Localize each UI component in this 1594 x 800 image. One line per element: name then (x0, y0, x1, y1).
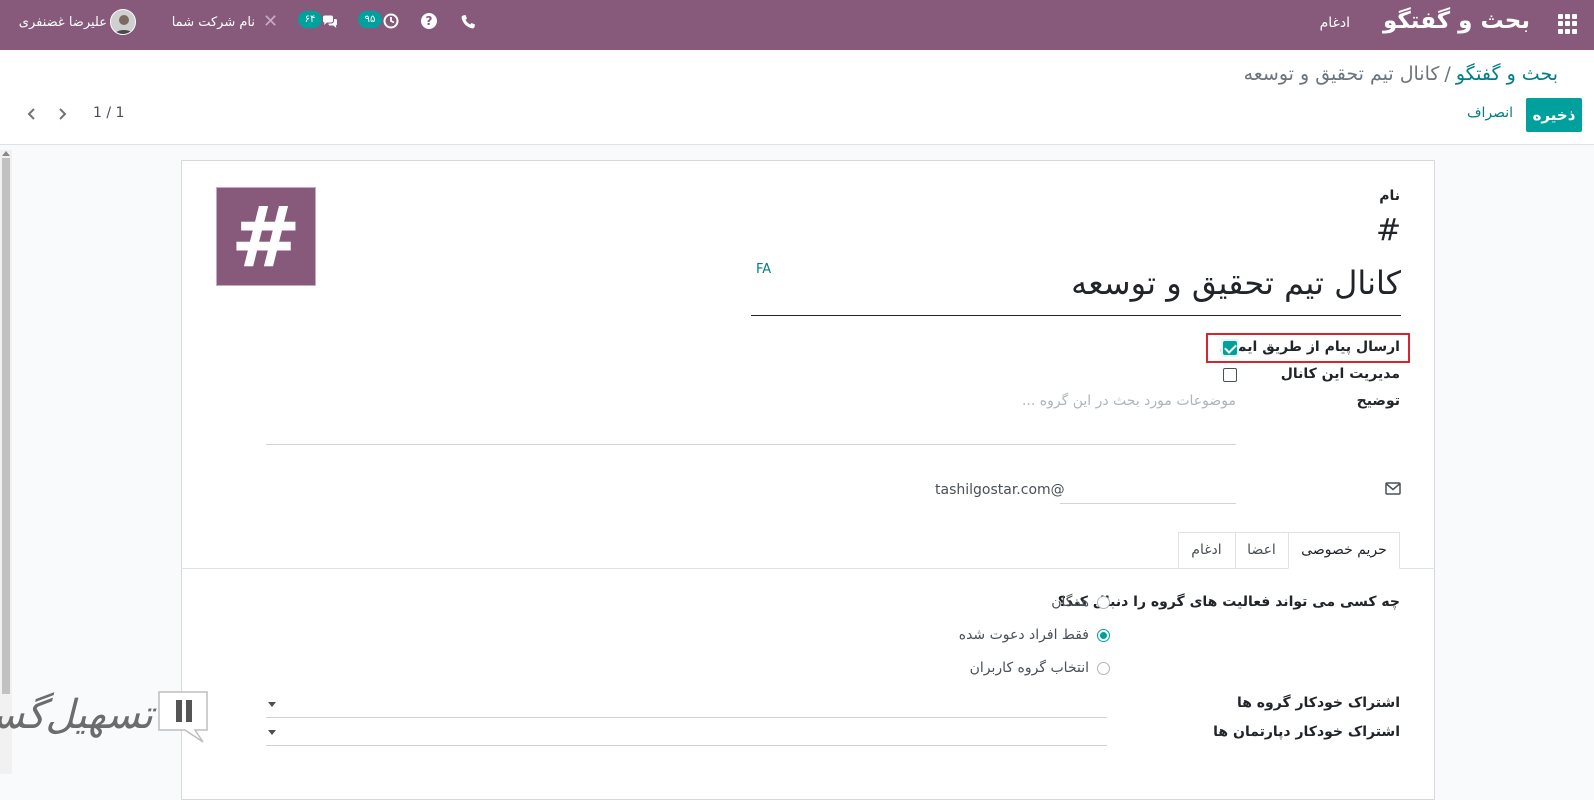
user-avatar-image (111, 10, 135, 34)
description-input[interactable]: موضوعات مورد بحث در این گروه ... (266, 393, 1236, 445)
watermark-text: تسهیل‌گستر (0, 692, 153, 738)
manage-channel-checkbox[interactable] (1223, 368, 1237, 382)
email-send-checkbox[interactable] (1223, 341, 1237, 355)
chevron-left-icon[interactable] (25, 107, 39, 121)
vertical-scrollbar[interactable] (0, 150, 12, 774)
auto-subscribe-groups-label: اشتراک خودکار گروه ها (1236, 695, 1400, 711)
email-send-label: ارسال پیام از طریق ایمیل (1219, 339, 1400, 355)
scroll-up-arrow-icon[interactable] (2, 150, 10, 156)
radio-button[interactable] (1097, 628, 1110, 642)
translation-language-button[interactable]: FA (756, 262, 771, 277)
scrollbar-thumb[interactable] (2, 158, 10, 694)
company-switcher[interactable]: نام شرکت شما (165, 15, 255, 30)
auto-subscribe-departments-label: اشتراک خودکار دپارتمان ها (1213, 724, 1400, 740)
save-button[interactable]: ذخیره (1526, 98, 1582, 132)
envelope-icon (1385, 482, 1401, 495)
email-send-checkbox-wrapper (1221, 339, 1239, 357)
apps-menu-icon[interactable] (1558, 14, 1578, 34)
radio-label: فقط افراد دعوت شده (958, 627, 1089, 643)
clock-icon[interactable] (383, 13, 399, 29)
radio-label: انتخاب گروه کاربران (969, 660, 1089, 676)
message-count-badge[interactable]: ۶۴ (298, 11, 322, 28)
description-placeholder: موضوعات مورد بحث در این گروه ... (1021, 393, 1236, 409)
discard-button[interactable]: انصراف (1462, 105, 1518, 121)
name-hash-prefix: # (1376, 213, 1402, 248)
tab-privacy[interactable]: حریم خصوصی (1288, 532, 1400, 569)
auto-subscribe-departments-select[interactable] (266, 722, 1107, 746)
breadcrumb-parent-link[interactable]: بحث و گفتگو (1456, 63, 1558, 85)
user-name[interactable]: علیرضا غضنفری (12, 15, 107, 30)
channel-name-input[interactable]: کانال تیم تحقیق و توسعه (751, 262, 1401, 316)
breadcrumb-current: کانال تیم تحقیق و توسعه (1243, 63, 1440, 85)
radio-button[interactable] (1097, 661, 1110, 675)
radio-option-user-group[interactable]: انتخاب گروه کاربران (960, 660, 1110, 678)
radio-option-invited-only[interactable]: فقط افراد دعوت شده (958, 627, 1110, 645)
radio-label: همگان (1051, 594, 1089, 610)
channel-image[interactable]: # (216, 187, 316, 286)
chevron-right-icon[interactable] (55, 107, 69, 121)
description-label: توضیح (1356, 393, 1400, 409)
breadcrumb-separator: / (1444, 63, 1451, 85)
manage-channel-label: مدیریت این کانال (1280, 366, 1400, 382)
help-icon[interactable]: ? (421, 13, 437, 29)
caret-down-icon[interactable] (268, 702, 276, 707)
radio-button[interactable] (1097, 595, 1110, 609)
user-avatar[interactable] (110, 9, 136, 35)
chat-icon[interactable] (322, 14, 338, 30)
app-title[interactable]: بحث و گفتگو (1380, 8, 1530, 34)
pager-value[interactable]: 1 / 1 (93, 105, 133, 121)
caret-down-icon[interactable] (268, 730, 276, 735)
tab-merge[interactable]: ادغام (1178, 532, 1235, 569)
top-navbar: بحث و گفتگو ادغام ? ۹۵ ۶۴ ✕ نام شرکت شما… (0, 0, 1594, 50)
phone-icon[interactable] (460, 14, 476, 30)
tab-members[interactable]: اعضا (1235, 532, 1288, 569)
name-label: نام (1379, 188, 1400, 204)
menu-item-merge[interactable]: ادغام (1290, 15, 1350, 31)
channel-name-value[interactable]: کانال تیم تحقیق و توسعه (1071, 264, 1401, 302)
auto-subscribe-groups-select[interactable] (266, 694, 1107, 718)
radio-option-everyone[interactable]: همگان (980, 594, 1110, 612)
tashilgostar-logo-icon (158, 691, 208, 743)
email-alias-input[interactable] (1060, 480, 1236, 504)
control-panel: بحث و گفتگو/کانال تیم تحقیق و توسعه ذخیر… (0, 50, 1594, 145)
activity-count-badge[interactable]: ۹۵ (358, 11, 382, 28)
breadcrumb: بحث و گفتگو/کانال تیم تحقیق و توسعه (1244, 63, 1558, 85)
email-alias-domain: tashilgostar.com@ (935, 482, 1065, 498)
debug-icon[interactable]: ✕ (263, 13, 281, 31)
